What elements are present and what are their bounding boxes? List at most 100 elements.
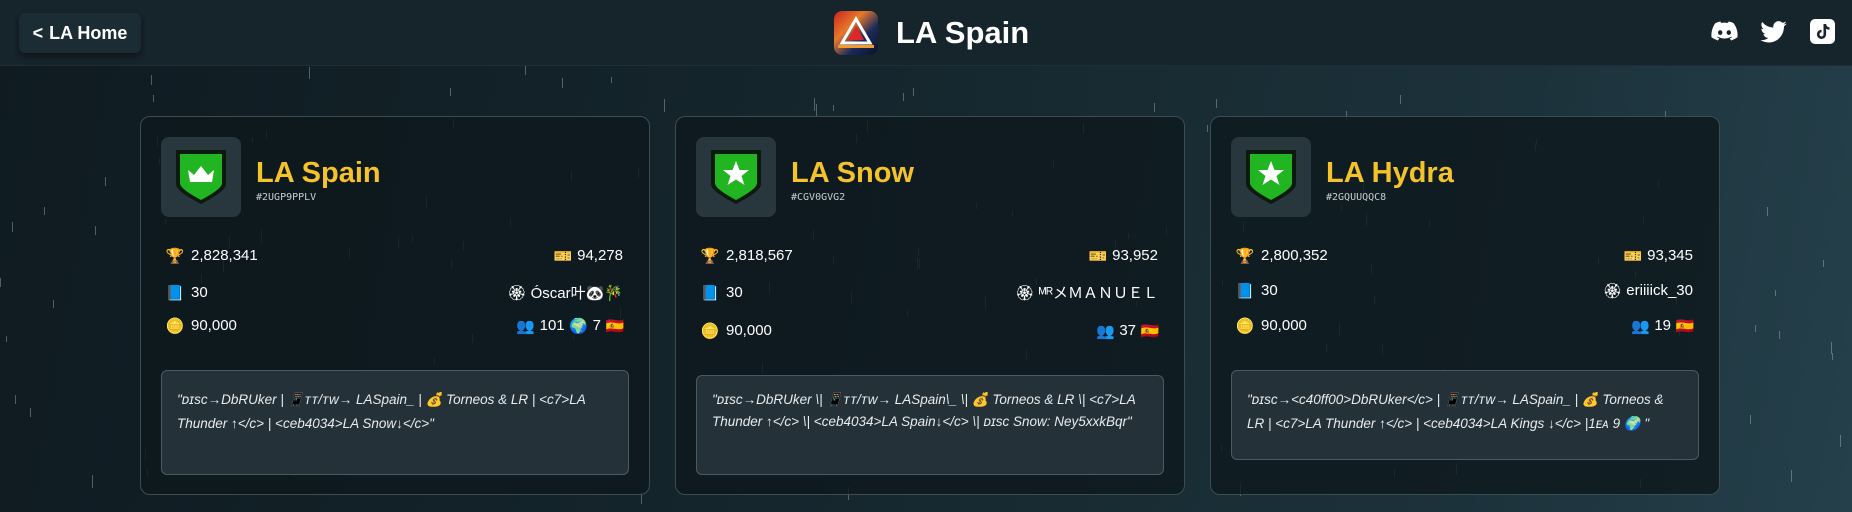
rain-streak (1400, 95, 1401, 104)
club-name: LA Spain (256, 156, 381, 189)
club-required-trophies: 93,345 (1647, 247, 1693, 264)
twitter-icon[interactable] (1760, 18, 1787, 45)
page-title: LA Spain (896, 15, 1030, 50)
top-navbar: < LA Home LA Spain (0, 0, 1852, 66)
club-description: "ᴅɪsᴄ→<c40ff00>DbRUker</c> | 📱ᴛᴛ/ᴛᴡ→ LAS… (1231, 370, 1699, 460)
club-badge-star-icon (696, 137, 776, 217)
rain-streak (153, 95, 154, 102)
rain-streak (903, 93, 904, 101)
rain-streak (12, 222, 13, 232)
spain-flag-icon: 🇪🇸 (1140, 322, 1160, 340)
la-logo-icon (834, 11, 878, 55)
rain-streak (15, 395, 16, 404)
club-online: 37 (1119, 322, 1136, 339)
club-members: 30 (726, 284, 743, 301)
rain-streak (1831, 342, 1832, 354)
trophy-icon: 🏆 (1235, 247, 1255, 265)
club-required-trophies: 93,952 (1112, 247, 1158, 264)
club-tag: #CGV0GVG2 (791, 192, 846, 203)
rain-streak (833, 105, 834, 111)
club-badge-star-icon (1231, 137, 1311, 217)
rain-streak (105, 177, 106, 186)
rain-streak (1840, 435, 1841, 447)
home-button[interactable]: < LA Home (19, 13, 141, 53)
rain-streak (1775, 290, 1776, 296)
rain-streak (1207, 125, 1208, 132)
club-tag: #2GQUUQQC8 (1326, 192, 1387, 203)
club-region-count: 7 (592, 317, 601, 334)
club-president: ᴹᴿメＭＡＮＵＥＬ (1038, 285, 1158, 302)
trophy-icon: 🏆 (700, 247, 720, 265)
coin-icon: 🪙 (165, 317, 185, 335)
club-name: LA Snow (791, 156, 914, 189)
rain-streak (0, 278, 1, 287)
rain-streak (151, 75, 152, 85)
rain-streak (1832, 353, 1833, 360)
rain-streak (913, 88, 914, 96)
rain-streak (30, 408, 31, 417)
president-icon: 🏵 (1015, 284, 1035, 302)
club-card[interactable]: LA Snow #CGV0GVG2 🏆 2,818,567 🎫 93,952 📘 30… (675, 116, 1185, 495)
rain-streak (53, 300, 54, 308)
club-members: 30 (1261, 282, 1278, 299)
rain-streak (1767, 207, 1768, 216)
online-icon: 👥 (516, 317, 535, 335)
club-card[interactable]: LA Hydra #2GQUUQQC8 🏆 2,800,352 🎫 93,345 📘… (1210, 116, 1720, 495)
club-name: LA Hydra (1326, 156, 1454, 189)
club-online: 101 (539, 317, 565, 334)
club-badge-crown-icon (161, 137, 241, 217)
rain-streak (44, 207, 45, 215)
members-icon: 📘 (165, 284, 185, 302)
required-trophies-icon: 🎫 (1623, 247, 1643, 265)
club-description: "ᴅɪsᴄ→DbRUker \| 📱ᴛᴛ/ᴛᴡ→ LASpain\_ \| 💰 … (696, 375, 1164, 475)
discord-icon[interactable] (1711, 18, 1738, 45)
home-button-label: LA Home (49, 22, 128, 43)
club-president: Óscar叶🐼🎋 (530, 285, 623, 302)
required-trophies-icon: 🎫 (1088, 247, 1108, 265)
club-trophies: 2,828,341 (191, 247, 258, 264)
members-icon: 📘 (700, 284, 720, 302)
president-icon: 🏵 (507, 284, 527, 302)
social-links (1711, 18, 1836, 45)
club-required: 90,000 (191, 317, 237, 334)
rain-streak (450, 88, 451, 96)
rain-streak (1779, 331, 1780, 339)
club-description: "ᴅɪsᴄ→DbRUker | 📱ᴛᴛ/ᴛᴡ→ LASpain_ | 💰 Tor… (161, 370, 629, 475)
rain-streak (814, 98, 815, 111)
members-icon: 📘 (1235, 282, 1255, 300)
rain-streak (562, 78, 563, 88)
club-required: 90,000 (726, 322, 772, 339)
brand: LA Spain (834, 10, 1029, 56)
online-icon: 👥 (1095, 322, 1115, 340)
rain-streak (1823, 260, 1824, 267)
club-card[interactable]: LA Spain #2UGP9PPLV 🏆 2,828,341 🎫 94,278 📘… (140, 116, 650, 495)
online-icon: 👥 (1630, 317, 1650, 335)
spain-flag-icon: 🇪🇸 (605, 317, 625, 335)
rain-streak (664, 99, 665, 112)
rain-streak (309, 67, 310, 79)
club-required: 90,000 (1261, 317, 1307, 334)
rain-streak (611, 77, 612, 83)
rain-streak (1750, 415, 1751, 424)
required-trophies-icon: 🎫 (553, 247, 573, 265)
club-tag: #2UGP9PPLV (256, 192, 317, 203)
rain-streak (1791, 470, 1792, 482)
rain-streak (1755, 325, 1756, 332)
chevron-left-icon: < (32, 22, 44, 43)
club-online: 19 (1654, 317, 1671, 334)
trophy-icon: 🏆 (165, 247, 185, 265)
rain-streak (1154, 103, 1155, 112)
globe-icon: 🌍 (569, 317, 588, 335)
rain-streak (1216, 99, 1217, 108)
rain-streak (95, 226, 96, 235)
coin-icon: 🪙 (1235, 317, 1255, 335)
club-required-trophies: 94,278 (577, 247, 623, 264)
rain-streak (92, 475, 93, 488)
spain-flag-icon: 🇪🇸 (1675, 317, 1695, 335)
rain-streak (6, 336, 7, 342)
coin-icon: 🪙 (700, 322, 720, 340)
president-icon: 🏵 (1602, 282, 1622, 300)
club-president: eriiiick_30 (1626, 282, 1693, 299)
tiktok-icon[interactable] (1809, 18, 1836, 45)
club-trophies: 2,800,352 (1261, 247, 1328, 264)
